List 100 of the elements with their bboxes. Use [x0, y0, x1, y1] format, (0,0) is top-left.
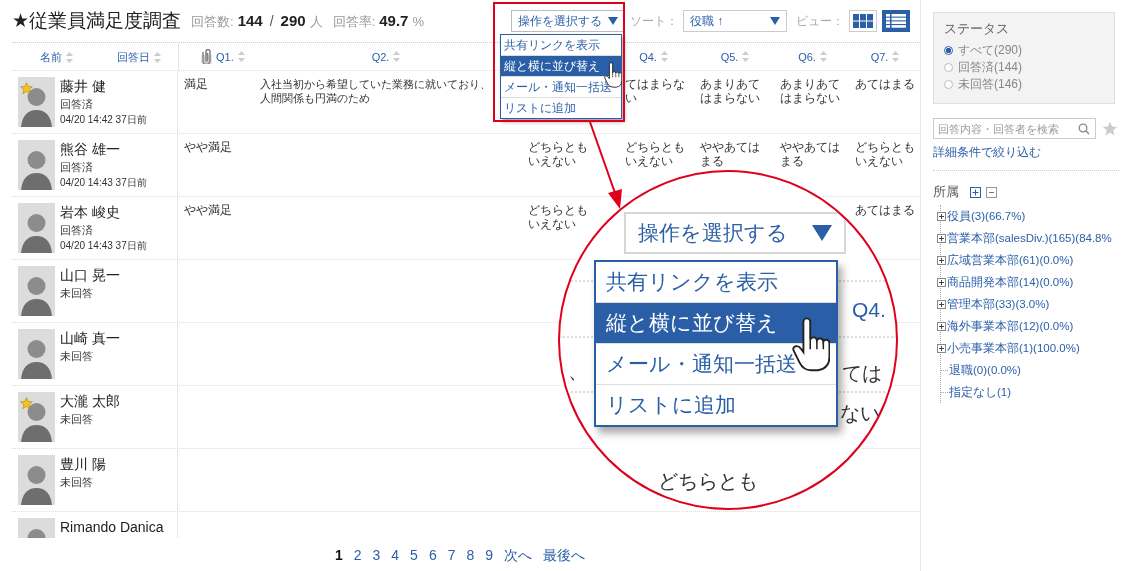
expand-all-icon[interactable] [970, 186, 981, 198]
menu-item[interactable]: リストに追加 [501, 98, 621, 118]
page-link[interactable]: 3 [372, 547, 381, 565]
response-status: 未回答 [60, 412, 93, 427]
expand-icon[interactable] [937, 255, 946, 265]
expand-icon[interactable] [937, 299, 946, 309]
separator: / [269, 12, 274, 29]
panel-title: ステータス [944, 20, 1010, 38]
respondent-name[interactable]: 山口 晃一 [60, 266, 120, 284]
next-page-link[interactable]: 次へ [504, 547, 533, 565]
column-header[interactable]: Q6. [798, 50, 816, 63]
column-header[interactable]: Q4. [639, 50, 657, 63]
tree-item[interactable]: 営業本部(salesDiv.)(165)(84.8% [947, 230, 1112, 246]
section-title: 所属 [933, 183, 959, 201]
page-link[interactable]: 9 [485, 547, 494, 565]
respondent-name[interactable]: 山崎 真一 [60, 329, 120, 347]
answer-text: どちらともいえない [855, 140, 916, 168]
answer-text: どちらとも [658, 469, 758, 494]
respondent-name[interactable]: 豊川 陽 [60, 455, 106, 473]
column-header[interactable]: 名前 [40, 50, 62, 65]
collapse-all-icon[interactable] [986, 186, 997, 198]
action-select[interactable]: 操作を選択する [624, 212, 846, 254]
response-date: 04/20 14:43 37日前 [60, 239, 147, 253]
answer-text: どちらともいえない [528, 140, 589, 168]
column-header[interactable]: 回答日 [117, 50, 150, 65]
answer-text: ては [842, 361, 882, 386]
page-link[interactable]: 6 [428, 547, 437, 565]
tree-item[interactable]: 小売事業本部(1)(100.0%) [947, 340, 1080, 356]
caret-icon [770, 17, 780, 25]
action-select[interactable]: 操作を選択する [511, 10, 625, 32]
tree-item[interactable]: 管理本部(33)(3.0%) [947, 296, 1050, 312]
answer-text: あてはまる [855, 77, 915, 91]
response-status: 未回答 [60, 286, 93, 301]
column-header[interactable]: Q5. [720, 50, 739, 63]
search-field[interactable]: 回答内容・回答者を検索 [933, 118, 1096, 139]
grid-view-button[interactable] [849, 10, 877, 32]
page-link[interactable]: 4 [391, 547, 400, 565]
column-header[interactable]: Q1. [216, 50, 234, 63]
radio-button[interactable] [944, 63, 953, 72]
tree-item[interactable]: 指定なし(1) [949, 384, 1012, 400]
expand-icon[interactable] [937, 343, 946, 353]
answer-text: てはまらない [625, 77, 686, 105]
tree-item[interactable]: 海外事業本部(12)(0.0%) [947, 318, 1074, 334]
tree-item[interactable]: 広域営業本部(61)(0.0%) [947, 252, 1074, 268]
answer-text: ややあてはまる [700, 140, 761, 168]
star-icon[interactable] [1102, 120, 1118, 137]
response-date: 04/20 14:42 37日前 [60, 113, 147, 127]
menu-item[interactable]: 縦と横に並び替え [596, 303, 836, 344]
expand-icon[interactable] [937, 211, 946, 221]
respondent-name[interactable]: 岩本 峻史 [60, 203, 120, 221]
sort-select[interactable]: 役職 ↑ [683, 10, 787, 32]
answer-text: 入社当初から希望していた業務に就いており、人間関係も円満のため [260, 77, 492, 105]
search-icon[interactable] [1078, 122, 1090, 135]
respondent-name[interactable]: 熊谷 雄一 [60, 140, 120, 158]
column-header[interactable]: Q7. [870, 50, 889, 63]
column-header[interactable]: Q2. [371, 50, 390, 63]
answer-text: どちらともいえない [528, 203, 589, 231]
tree-item[interactable]: 退職(0)(0.0%) [949, 362, 1021, 378]
page-link[interactable]: 1 [334, 547, 343, 565]
tree-item[interactable]: 商品開発本部(14)(0.0%) [947, 274, 1074, 290]
answer-text: どちらともいえない [625, 140, 686, 168]
answer-text: やや満足 [184, 140, 232, 154]
answer-text: やや満足 [184, 203, 232, 217]
view-label: ビュー： [796, 12, 844, 30]
expand-icon[interactable] [937, 277, 946, 287]
page-link[interactable]: 2 [353, 547, 362, 565]
expand-icon[interactable] [937, 321, 946, 331]
count-unit: 人 [309, 12, 323, 31]
answer-text: ややあてはまる [780, 140, 841, 168]
sort-label: ソート： [630, 12, 678, 30]
filter-link[interactable]: 詳細条件で絞り込む [933, 144, 1041, 161]
avatar [18, 392, 55, 442]
page-link[interactable]: 5 [410, 547, 418, 565]
page-title: ★従業員満足度調査 [12, 9, 182, 33]
response-status: 未回答 [60, 475, 93, 490]
answer-text: 満足 [184, 77, 208, 91]
expand-icon[interactable] [937, 233, 946, 243]
page-link[interactable]: 8 [466, 547, 475, 565]
response-date: 04/20 14:43 37日前 [60, 176, 147, 190]
answer-text: あまりあてはまらない [700, 77, 761, 105]
avatar [18, 77, 55, 127]
menu-item[interactable]: 縦と横に並び替え [501, 56, 621, 77]
respondent-name[interactable]: 藤井 健 [60, 77, 106, 95]
list-view-button[interactable] [882, 10, 910, 32]
total-count: 290 [280, 11, 306, 29]
tree-item[interactable]: 役員(3)(66.7%) [947, 208, 1026, 224]
answer-rate: 49.7 [379, 11, 409, 29]
response-status: 回答済 [60, 97, 93, 112]
caret-icon [608, 17, 618, 25]
radio-button[interactable] [944, 46, 953, 55]
menu-item[interactable]: リストに追加 [596, 385, 836, 425]
answer-text: あまりあてはまらない [780, 77, 841, 105]
respondent-name[interactable]: 大瀧 太郎 [60, 392, 120, 410]
respondent-name[interactable]: Rimando Danica [60, 518, 164, 536]
answer-text: 、 [568, 359, 588, 384]
caret-icon [812, 225, 832, 241]
last-page-link[interactable]: 最後へ [543, 547, 586, 565]
radio-button[interactable] [944, 80, 953, 89]
page-link[interactable]: 7 [447, 547, 456, 565]
response-status: 回答済 [60, 223, 93, 238]
